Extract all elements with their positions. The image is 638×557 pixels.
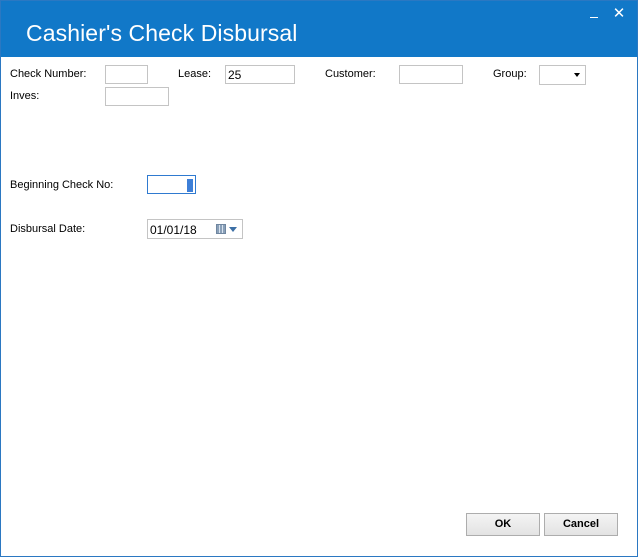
lease-input[interactable] [225,65,295,84]
disbursal-date-picker[interactable]: 01/01/18 [147,219,243,239]
disbursal-date-label: Disbursal Date: [10,223,86,235]
chevron-down-icon[interactable] [574,73,580,77]
ok-button[interactable]: OK [466,513,540,536]
customer-input[interactable] [399,65,463,84]
check-number-label: Check Number: [10,68,87,80]
group-label: Group: [493,68,527,80]
window-title: Cashier's Check Disbursal [26,20,298,46]
lease-label: Lease: [178,68,212,80]
check-number-input[interactable] [105,65,148,84]
customer-label: Customer: [325,68,376,80]
close-icon[interactable]: ✕ [610,5,628,23]
inves-input[interactable] [105,87,169,106]
minimize-icon[interactable] [586,7,602,23]
dialog-window: Cashier's Check Disbursal ✕ Check Number… [0,0,638,557]
calendar-icon[interactable] [216,224,226,234]
text-cursor [187,179,193,192]
beginning-check-label: Beginning Check No: [10,179,114,191]
disbursal-date-value[interactable]: 01/01/18 [150,223,197,237]
chevron-down-icon[interactable] [229,227,237,232]
inves-label: Inves: [10,90,40,102]
cancel-button[interactable]: Cancel [544,513,618,536]
group-select[interactable] [539,65,586,85]
title-bar: Cashier's Check Disbursal ✕ [1,1,637,57]
